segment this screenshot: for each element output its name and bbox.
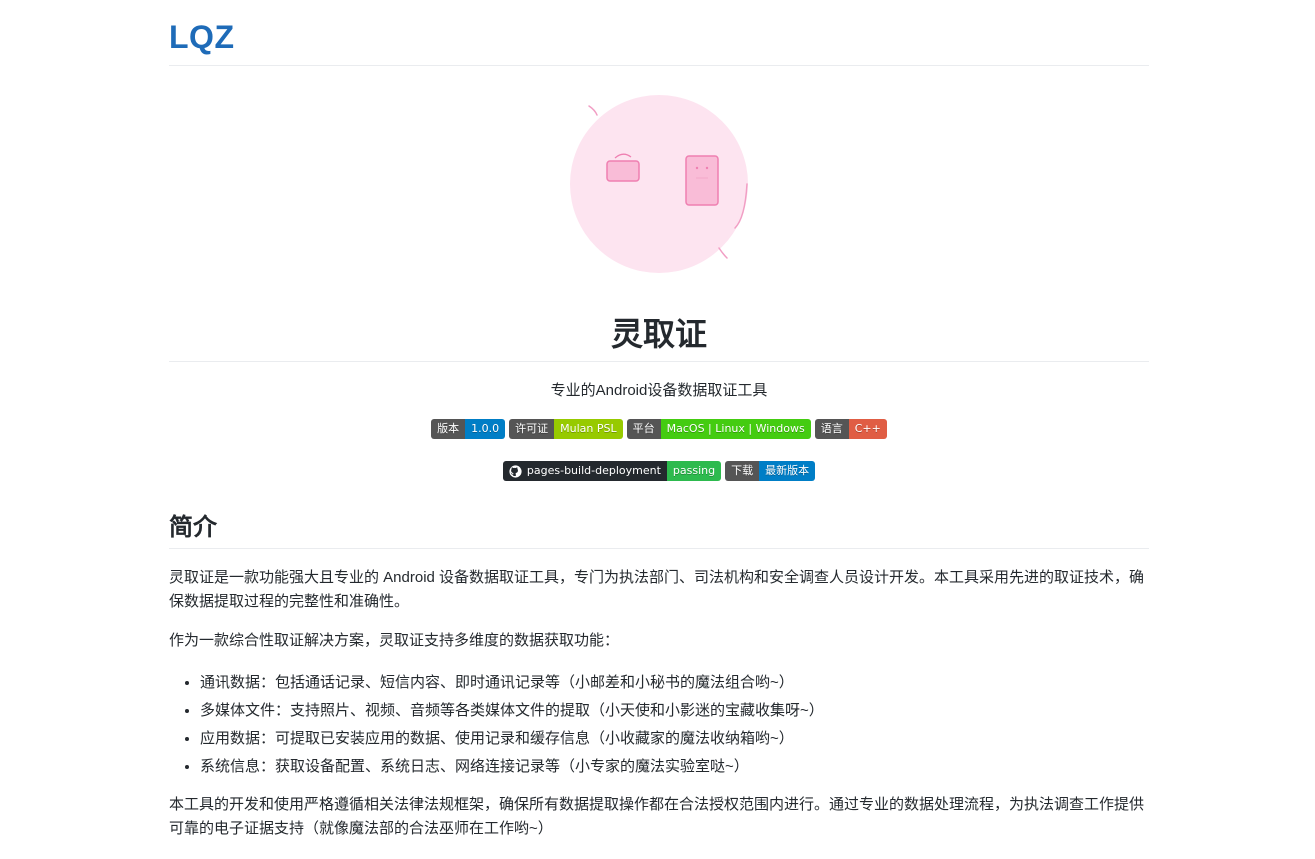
main-container: LQZ 灵取证 专业的Android设备数据取证工具 版本 1.0.0 许可证 … (169, 0, 1149, 837)
phone-device-icon (685, 155, 719, 206)
device-sync-illustration (570, 95, 748, 273)
site-title-link[interactable]: LQZ (169, 19, 234, 55)
phone-eye-left (695, 166, 699, 170)
badge-value: 1.0.0 (465, 419, 506, 439)
site-header: LQZ (169, 0, 1149, 66)
badge-row-primary: 版本 1.0.0 许可证 Mulan PSL 平台 MacOS | Linux … (169, 419, 1149, 439)
intro-heading: 简介 (169, 507, 1149, 549)
badge-value: C++ (848, 419, 887, 439)
badge-label: 许可证 (509, 419, 555, 439)
badge-row-secondary: pages-build-deployment passing 下载 最新版本 (169, 461, 1149, 481)
intro-paragraph-3: 本工具的开发和使用严格遵循相关法律法规框架，确保所有数据提取操作都在合法授权范围… (169, 796, 1145, 837)
badge-label: 版本 (431, 419, 466, 439)
logo-background-circle (570, 95, 748, 273)
project-title: 灵取证 (610, 316, 707, 352)
project-tagline: 专业的Android设备数据取证工具 (550, 382, 768, 399)
intro-paragraph-1: 灵取证是一款功能强大且专业的 Android 设备数据取证工具，专门为执法部门、… (169, 569, 1145, 610)
list-item: 通讯数据：包括通话记录、短信内容、即时通讯记录等（小邮差和小秘书的魔法组合哟~） (200, 669, 1180, 697)
list-item: 系统信息：获取设备配置、系统日志、网络连接记录等（小专家的魔法实验室哒~） (200, 753, 1180, 781)
language-badge[interactable]: 语言 C++ (814, 419, 887, 439)
page: LQZ 灵取证 专业的Android设备数据取证工具 版本 1.0.0 许可证 … (0, 0, 1315, 859)
phone-eye-right (705, 166, 709, 170)
version-badge[interactable]: 版本 1.0.0 (431, 419, 506, 439)
badge-label: 下载 (725, 461, 760, 481)
project-title-block: 灵取证 (169, 308, 1149, 362)
platform-badge[interactable]: 平台 MacOS | Linux | Windows (626, 419, 811, 439)
badge-value: passing (666, 461, 722, 481)
project-logo (559, 88, 759, 288)
list-item: 多媒体文件：支持照片、视频、音频等各类媒体文件的提取（小天使和小影迷的宝藏收集呀… (200, 697, 1180, 725)
feature-list: 通讯数据：包括通话记录、短信内容、即时通讯记录等（小邮差和小秘书的魔法组合哟~）… (169, 669, 1180, 781)
list-item: 应用数据：可提取已安装应用的数据、使用记录和缓存信息（小收藏家的魔法收纳箱哟~） (200, 725, 1180, 753)
badge-label-text: pages-build-deployment (526, 464, 661, 477)
badge-value: 最新版本 (759, 461, 816, 481)
badge-value: Mulan PSL (554, 419, 623, 439)
github-icon (509, 464, 522, 478)
orbit-arc-top (588, 105, 598, 116)
license-badge[interactable]: 许可证 Mulan PSL (509, 419, 623, 439)
badge-label: 平台 (626, 419, 661, 439)
badge-label: pages-build-deployment (502, 461, 667, 481)
download-badge[interactable]: 下载 最新版本 (725, 461, 816, 481)
orbit-arc-bottom (718, 247, 728, 259)
build-status-badge[interactable]: pages-build-deployment passing (502, 461, 722, 481)
tablet-device-icon (606, 160, 640, 182)
badge-label: 语言 (814, 419, 849, 439)
intro-paragraph-2: 作为一款综合性取证解决方案，灵取证支持多维度的数据获取功能： (169, 632, 620, 649)
badge-value: MacOS | Linux | Windows (660, 419, 811, 439)
